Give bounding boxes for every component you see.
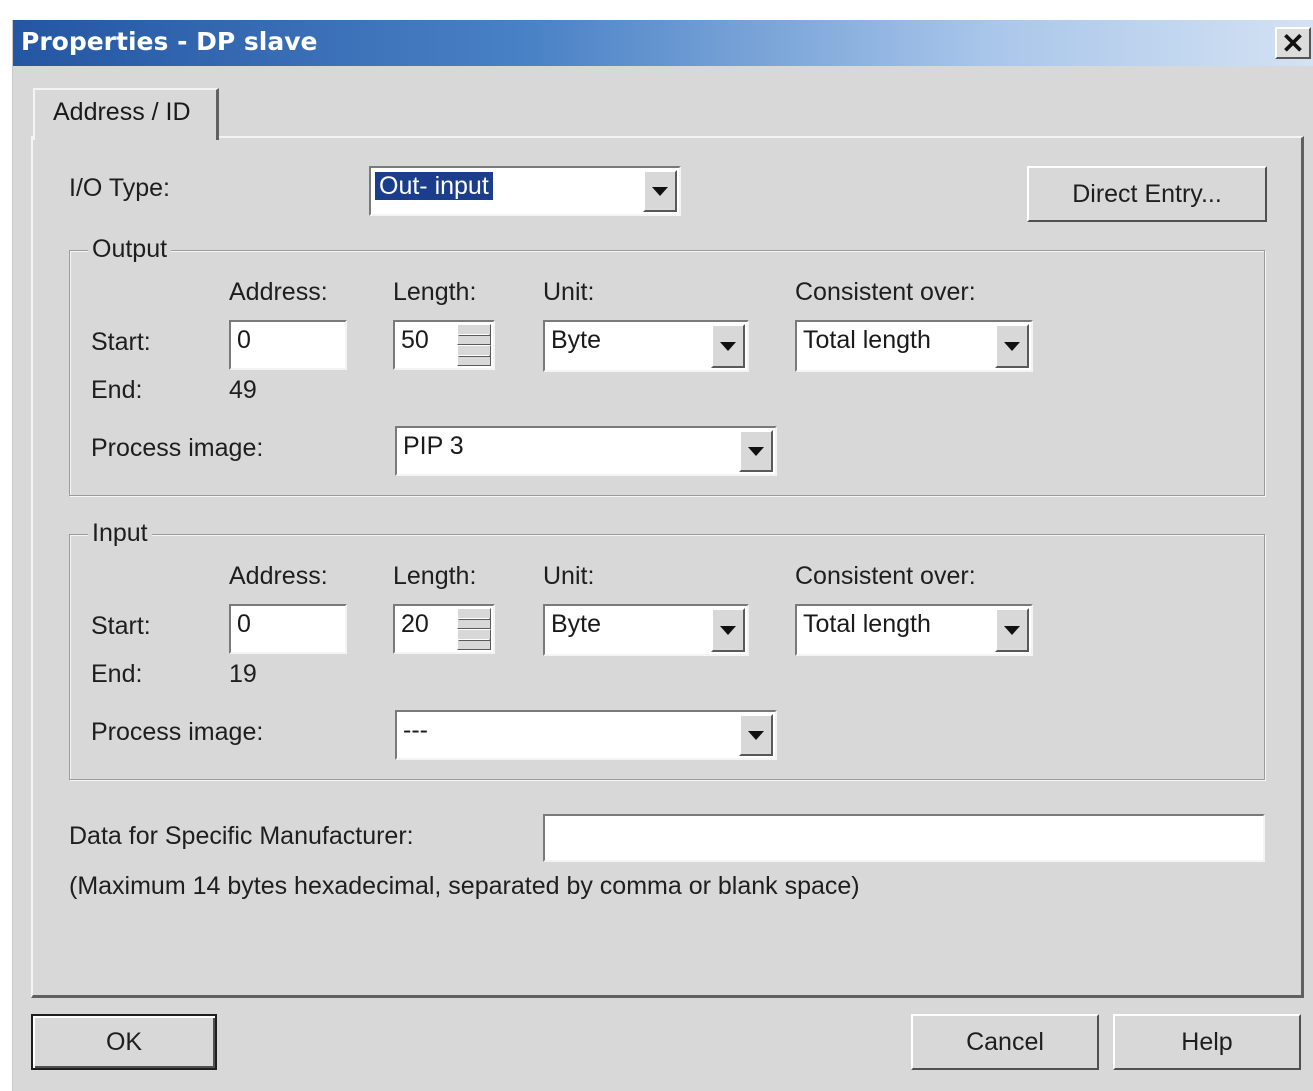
help-label: Help	[1181, 1027, 1233, 1056]
io-type-value: Out- input	[374, 171, 494, 201]
output-process-image-label: Process image:	[91, 434, 264, 462]
input-start-address-value: 0	[237, 610, 251, 638]
chevron-down-icon[interactable]	[995, 324, 1029, 368]
output-unit-combo[interactable]: Byte	[543, 320, 749, 372]
help-button[interactable]: Help	[1113, 1014, 1301, 1070]
input-group-title: Input	[88, 519, 152, 548]
input-consistent-header: Consistent over:	[795, 562, 976, 590]
chevron-down-icon[interactable]	[711, 324, 745, 368]
direct-entry-label: Direct Entry...	[1072, 179, 1222, 208]
tab-address-id[interactable]: Address / ID	[33, 88, 219, 140]
output-end-value: 49	[229, 376, 257, 404]
output-length-value: 50	[401, 326, 429, 354]
input-unit-value: Byte	[551, 610, 602, 638]
output-process-image-value: PIP 3	[403, 432, 464, 460]
cancel-label: Cancel	[966, 1027, 1044, 1056]
input-length-value: 20	[401, 610, 429, 638]
input-address-header: Address:	[229, 562, 328, 590]
input-end-label: End:	[91, 660, 143, 688]
output-length-stepper[interactable]: 50	[393, 320, 495, 370]
direct-entry-button[interactable]: Direct Entry...	[1027, 166, 1267, 222]
input-unit-header: Unit:	[543, 562, 595, 590]
io-type-combo[interactable]: Out- input	[369, 166, 681, 216]
window-title: Properties - DP slave	[21, 27, 318, 56]
ok-label: OK	[105, 1027, 143, 1056]
properties-dialog: Properties - DP slave ✕ Address / ID I/O…	[12, 20, 1313, 1091]
input-consistent-value: Total length	[803, 610, 931, 638]
input-start-address-input[interactable]: 0	[229, 604, 347, 654]
close-icon: ✕	[1281, 27, 1305, 59]
output-unit-value: Byte	[551, 326, 602, 354]
output-end-label: End:	[91, 376, 143, 404]
title-bar[interactable]: Properties - DP slave ✕	[13, 20, 1313, 66]
manufacturer-hint: (Maximum 14 bytes hexadecimal, separated…	[69, 872, 860, 900]
chevron-down-icon[interactable]	[643, 170, 677, 212]
input-end-value: 19	[229, 660, 257, 688]
output-address-header: Address:	[229, 278, 328, 306]
tab-label: Address / ID	[53, 98, 191, 126]
output-consistent-value: Total length	[803, 326, 931, 354]
close-button[interactable]: ✕	[1275, 27, 1311, 59]
output-start-address-value: 0	[237, 326, 251, 354]
output-consistent-combo[interactable]: Total length	[795, 320, 1033, 372]
ok-button[interactable]: OK	[31, 1014, 217, 1070]
input-start-label: Start:	[91, 612, 151, 640]
input-process-image-combo[interactable]: ---	[395, 710, 777, 760]
manufacturer-data-input[interactable]	[543, 814, 1265, 862]
cancel-button[interactable]: Cancel	[911, 1014, 1099, 1070]
chevron-down-icon[interactable]	[739, 714, 773, 756]
output-group-title: Output	[88, 235, 172, 264]
input-length-stepper[interactable]: 20	[393, 604, 495, 654]
spinner-icon[interactable]	[457, 608, 491, 650]
io-type-label: I/O Type:	[69, 174, 170, 202]
output-consistent-header: Consistent over:	[795, 278, 976, 306]
input-process-image-value: ---	[403, 716, 428, 744]
input-length-header: Length:	[393, 562, 477, 590]
spinner-icon[interactable]	[457, 324, 491, 366]
output-unit-header: Unit:	[543, 278, 595, 306]
manufacturer-data-label: Data for Specific Manufacturer:	[69, 822, 414, 850]
chevron-down-icon[interactable]	[995, 608, 1029, 652]
output-length-header: Length:	[393, 278, 477, 306]
input-process-image-label: Process image:	[91, 718, 264, 746]
output-start-label: Start:	[91, 328, 151, 356]
chevron-down-icon[interactable]	[739, 430, 773, 472]
input-consistent-combo[interactable]: Total length	[795, 604, 1033, 656]
output-process-image-combo[interactable]: PIP 3	[395, 426, 777, 476]
chevron-down-icon[interactable]	[711, 608, 745, 652]
output-start-address-input[interactable]: 0	[229, 320, 347, 370]
input-unit-combo[interactable]: Byte	[543, 604, 749, 656]
